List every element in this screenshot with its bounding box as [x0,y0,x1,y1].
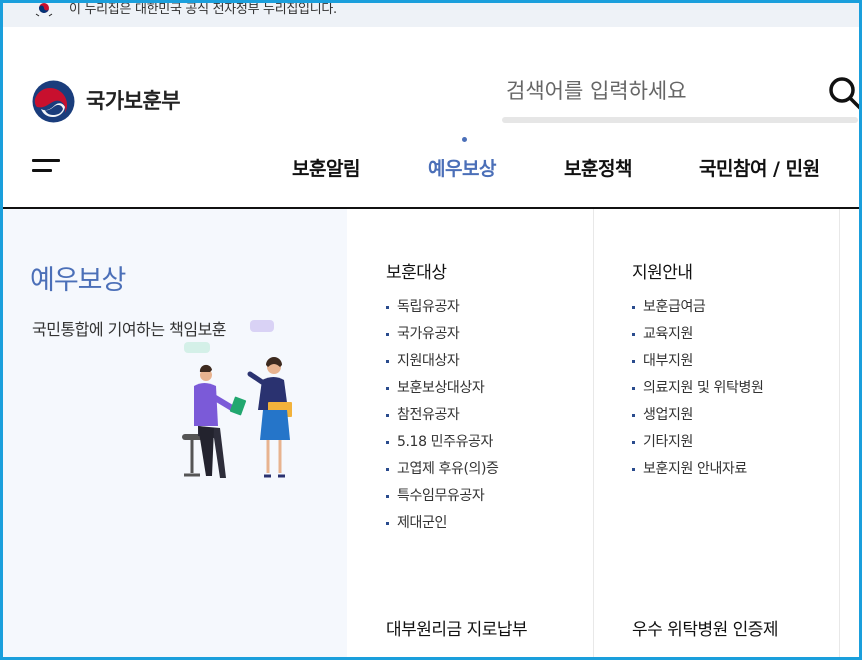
nav-item-civil-participation[interactable]: 국민참여 / 민원 [699,154,820,181]
list-item[interactable]: 보훈보상대상자 [386,375,499,402]
column-heading-recipients[interactable]: 보훈대상 [386,258,447,283]
list-item[interactable]: 보훈지원 안내자료 [632,456,763,483]
nav-item-compensation[interactable]: 예우보상 [428,154,496,181]
ministry-logo-icon[interactable] [31,79,76,124]
column-divider [593,209,594,657]
menu-hamburger-icon[interactable] [32,159,60,175]
column-divider [839,209,840,657]
list-item[interactable]: 제대군인 [386,510,499,537]
column-heading-support[interactable]: 지원안내 [632,258,693,283]
list-item[interactable]: 지원대상자 [386,348,499,375]
list-item[interactable]: 5.18 민주유공자 [386,429,499,456]
active-nav-indicator [462,137,467,142]
list-item[interactable]: 생업지원 [632,402,763,429]
korean-flag-icon [35,0,53,17]
mega-menu-title: 예우보상 [30,265,126,296]
list-item[interactable]: 고엽제 후유(의)증 [386,456,499,483]
recipients-list: 독립유공자 국가유공자 지원대상자 보훈보상대상자 참전유공자 5.18 민주유… [386,294,499,537]
gov-notice-text: 이 누리집은 대한민국 공식 전자정부 누리집입니다. [69,2,337,17]
brand-name[interactable]: 국가보훈부 [86,85,181,115]
nav-item-policy[interactable]: 보훈정책 [564,154,632,181]
column-heading-hospital-certification[interactable]: 우수 위탁병원 인증제 [632,615,779,640]
support-list: 보훈급여금 교육지원 대부지원 의료지원 및 위탁병원 생업지원 기타지원 보훈… [632,294,764,483]
column-heading-loan-payment[interactable]: 대부원리금 지로납부 [386,615,528,640]
list-item[interactable]: 특수임무유공자 [386,483,499,510]
list-item[interactable]: 보훈급여금 [632,294,763,321]
list-item[interactable]: 독립유공자 [386,294,499,321]
nav-item-notice[interactable]: 보훈알림 [292,154,360,181]
search-underline [502,117,858,123]
list-item[interactable]: 참전유공자 [386,402,499,429]
search-icon[interactable] [826,74,862,110]
list-item[interactable]: 교육지원 [632,321,763,348]
people-meeting-illustration [182,320,292,478]
list-item[interactable]: 대부지원 [632,348,763,375]
list-item[interactable]: 국가유공자 [386,321,499,348]
list-item[interactable]: 기타지원 [632,429,763,456]
search-input[interactable] [502,68,830,114]
gov-notice-bar: 이 누리집은 대한민국 공식 전자정부 누리집입니다. [3,0,859,27]
list-item[interactable]: 의료지원 및 위탁병원 [632,375,764,402]
